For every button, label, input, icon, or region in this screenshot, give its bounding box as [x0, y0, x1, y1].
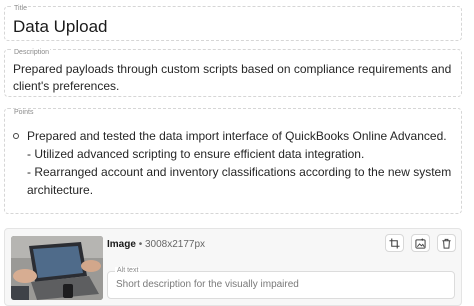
point-item[interactable]: - Rearranged account and inventory class… — [13, 163, 453, 199]
replace-image-button[interactable] — [411, 234, 430, 252]
crop-button[interactable] — [385, 234, 404, 252]
alt-text-label: Alt text — [115, 267, 141, 275]
image-replace-icon — [415, 237, 426, 249]
alt-text-input[interactable] — [116, 279, 446, 290]
delete-image-button[interactable] — [437, 234, 456, 252]
trash-icon — [442, 238, 451, 249]
description-label: Description — [13, 49, 51, 57]
points-label: Points — [13, 109, 35, 117]
image-meta: Image • 3008x2177px — [107, 239, 205, 250]
points-list: Prepared and tested the data import inte… — [13, 127, 453, 199]
image-label: Image — [107, 239, 136, 250]
image-card: Image • 3008x2177px Alt text — [4, 228, 462, 306]
title-label: Title — [13, 5, 28, 13]
alt-text-field: Alt text — [107, 267, 455, 299]
description-value[interactable]: Prepared payloads through custom scripts… — [13, 61, 453, 95]
points-field[interactable]: Points Prepared and tested the data impo… — [4, 108, 462, 214]
image-dimensions: 3008x2177px — [144, 239, 206, 250]
description-field[interactable]: Description Prepared payloads through cu… — [4, 49, 462, 97]
meta-separator: • — [138, 239, 143, 250]
point-item[interactable]: Prepared and tested the data import inte… — [13, 127, 453, 145]
crop-icon — [389, 237, 400, 249]
image-thumbnail[interactable] — [11, 236, 103, 300]
title-value[interactable]: Data Upload — [13, 17, 108, 37]
point-item[interactable]: - Utilized advanced scripting to ensure … — [13, 145, 453, 163]
title-field[interactable]: Title Data Upload — [4, 5, 462, 41]
laptop-photo-illustration — [11, 236, 103, 300]
